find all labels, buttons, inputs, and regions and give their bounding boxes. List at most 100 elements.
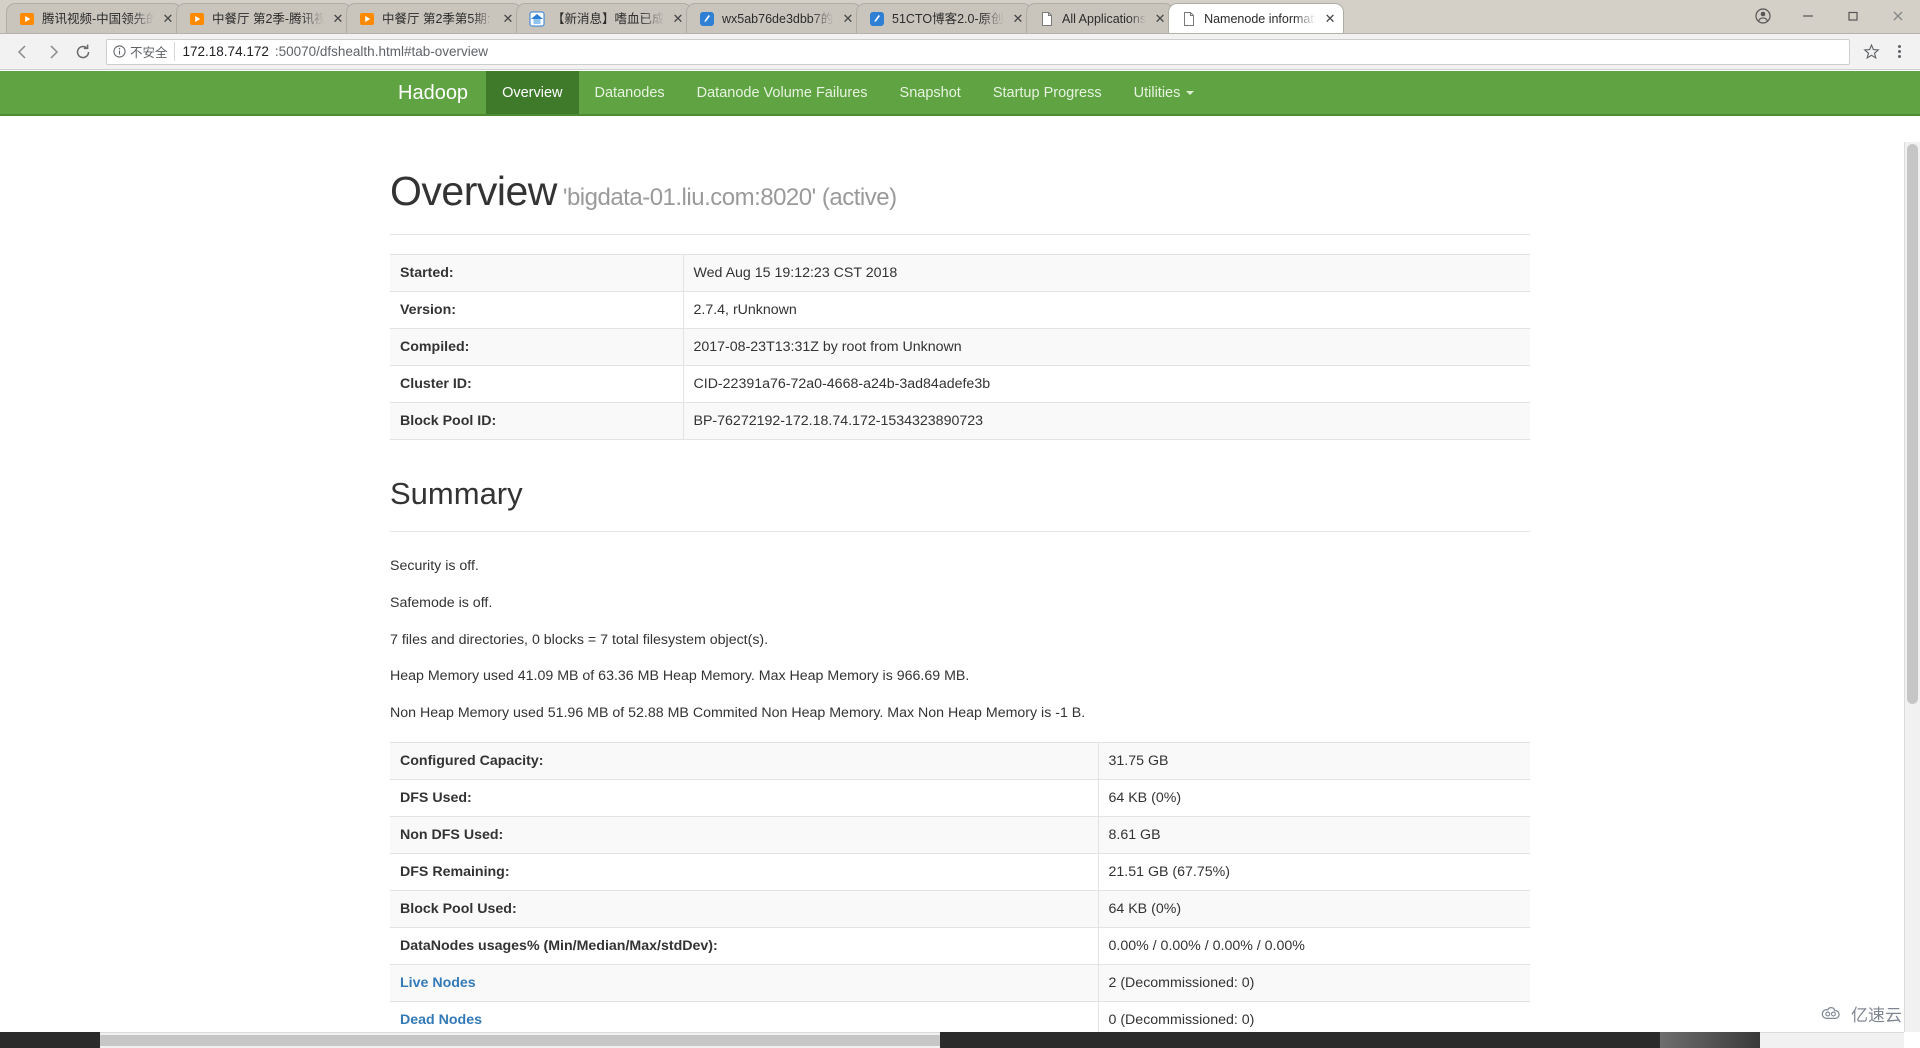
summary-table: Configured Capacity: 31.75 GB DFS Used: 64 … bbox=[390, 742, 1530, 1048]
security-label: 不安全 bbox=[130, 46, 168, 60]
nav-item-label: Datanodes bbox=[594, 84, 665, 101]
address-bar[interactable]: 不安全 172.18.74.172:50070/dfshealth.html#t… bbox=[106, 38, 1850, 65]
row-key: Version: bbox=[390, 291, 684, 329]
tab-strip: 腾讯视频-中国领先的在线 ✕ 中餐厅 第2季-腾讯视频 ✕ 中餐厅 第2季第5期: 皇 ✕… bbox=[0, 0, 1920, 34]
tab-title: wx5ab76de3dbb7的博 bbox=[722, 11, 834, 26]
bookmark-star-icon[interactable] bbox=[1858, 39, 1884, 65]
taskbar-strip-left bbox=[0, 1032, 100, 1048]
tab-close-icon[interactable]: ✕ bbox=[1153, 12, 1167, 26]
page-icon bbox=[1184, 11, 1195, 26]
page-title: Overview'bigdata-01.liu.com:8020' (activ… bbox=[390, 116, 1530, 215]
forward-icon[interactable] bbox=[38, 37, 68, 67]
tab-close-icon[interactable]: ✕ bbox=[1011, 12, 1025, 26]
nav-item-utilities[interactable]: Utilities bbox=[1118, 71, 1211, 114]
browser-tab[interactable]: 【新消息】嗜血已成魔的 ✕ bbox=[516, 3, 692, 33]
pen-icon bbox=[870, 11, 884, 26]
row-key: Cluster ID: bbox=[390, 365, 684, 403]
row-link[interactable]: Live Nodes bbox=[400, 975, 476, 991]
summary-line: Security is off. bbox=[390, 558, 479, 574]
browser-tab[interactable]: 中餐厅 第2季第5期: 皇 ✕ bbox=[346, 3, 522, 33]
back-icon[interactable] bbox=[8, 37, 38, 67]
overview-table: Started: Wed Aug 15 19:12:23 CST 2018 Vers… bbox=[390, 254, 1530, 440]
nav-item-label: Datanode Volume Failures bbox=[696, 84, 868, 101]
tab-close-icon[interactable]: ✕ bbox=[841, 12, 855, 26]
tab-title: Namenode information bbox=[1204, 11, 1316, 26]
row-value: 64 KB (0%) bbox=[1108, 900, 1182, 917]
tab-close-icon[interactable]: ✕ bbox=[1323, 12, 1337, 26]
tab-title: 中餐厅 第2季-腾讯视频 bbox=[212, 11, 324, 26]
watermark-text: 亿速云 bbox=[1851, 1006, 1902, 1025]
nav-item-datanode-volume-failures[interactable]: Datanode Volume Failures bbox=[681, 71, 884, 114]
row-key: DataNodes usages% (Min/Median/Max/stdDev… bbox=[390, 927, 1099, 965]
nav-item-overview[interactable]: Overview bbox=[486, 71, 579, 114]
table-row: Block Pool Used: 64 KB (0%) bbox=[390, 890, 1530, 928]
row-value: 8.61 GB bbox=[1108, 826, 1161, 843]
cloud-icon bbox=[1821, 1006, 1840, 1019]
page-body: Overview'bigdata-01.liu.com:8020' (activ… bbox=[0, 116, 1920, 1048]
vertical-scrollbar[interactable] bbox=[1904, 142, 1920, 1032]
home-icon bbox=[529, 11, 545, 26]
nav-item-label: Utilities bbox=[1133, 84, 1181, 101]
table-row: Cluster ID: CID-22391a76-72a0-4668-a24b-3… bbox=[390, 365, 1530, 403]
vertical-scroll-thumb[interactable] bbox=[1907, 144, 1918, 704]
row-link[interactable]: Dead Nodes bbox=[400, 1012, 482, 1028]
row-key: Started: bbox=[390, 254, 684, 292]
content-container: Overview'bigdata-01.liu.com:8020' (activ… bbox=[390, 116, 1530, 1048]
browser-tab[interactable]: 腾讯视频-中国领先的在线 ✕ bbox=[6, 3, 182, 33]
browser-tab[interactable]: Namenode information ✕ bbox=[1168, 3, 1345, 33]
play-icon bbox=[190, 12, 204, 25]
row-value: 21.51 GB (67.75%) bbox=[1108, 863, 1230, 880]
table-row: DFS Used: 64 KB (0%) bbox=[390, 779, 1530, 817]
info-icon bbox=[113, 45, 126, 58]
nav-item-startup-progress[interactable]: Startup Progress bbox=[977, 71, 1118, 114]
summary-divider bbox=[390, 531, 1530, 532]
profile-icon[interactable] bbox=[1740, 0, 1785, 32]
nav-item-snapshot[interactable]: Snapshot bbox=[884, 71, 977, 114]
minimize-button[interactable] bbox=[1785, 0, 1830, 32]
tab-close-icon[interactable]: ✕ bbox=[671, 12, 685, 26]
taskbar-strip-mid bbox=[940, 1032, 1660, 1048]
page-icon bbox=[1042, 11, 1052, 26]
row-value: 0.00% / 0.00% / 0.00% / 0.00% bbox=[1108, 937, 1305, 954]
close-button[interactable] bbox=[1875, 0, 1920, 32]
tab-close-icon[interactable]: ✕ bbox=[161, 12, 175, 26]
tab-title: 【新消息】嗜血已成魔的 bbox=[552, 11, 664, 26]
row-value: 2.7.4, rUnknown bbox=[693, 302, 797, 318]
tab-title: 中餐厅 第2季第5期: 皇 bbox=[382, 11, 494, 26]
row-key: Configured Capacity: bbox=[390, 742, 1099, 780]
table-row: Block Pool ID: BP-76272192-172.18.74.172-… bbox=[390, 402, 1530, 440]
maximize-button[interactable] bbox=[1830, 0, 1875, 32]
nav-item-label: Snapshot bbox=[899, 84, 961, 101]
table-row: Configured Capacity: 31.75 GB bbox=[390, 742, 1530, 780]
security-indicator[interactable]: 不安全 bbox=[113, 42, 175, 61]
tab-close-icon[interactable]: ✕ bbox=[501, 12, 515, 26]
browser-tab[interactable]: 51CTO博客2.0-原创IT技 ✕ bbox=[856, 3, 1032, 33]
row-value: 2017-08-23T13:31Z by root from Unknown bbox=[693, 339, 962, 355]
summary-heading: Summary bbox=[390, 476, 523, 511]
table-row: Compiled: 2017-08-23T13:31Z by root from … bbox=[390, 328, 1530, 366]
hadoop-navbar: Hadoop Overview Datanodes Datanode Volume … bbox=[0, 71, 1920, 116]
row-key: Block Pool ID: bbox=[390, 402, 684, 440]
browser-tab[interactable]: wx5ab76de3dbb7的博 ✕ bbox=[686, 3, 862, 33]
summary-text-block: Security is off. Safemode is off. 7 files … bbox=[390, 558, 1530, 723]
table-row: DFS Remaining: 21.51 GB (67.75%) bbox=[390, 853, 1530, 891]
row-key: DFS Remaining: bbox=[390, 853, 1099, 891]
chevron-down-icon bbox=[1186, 90, 1195, 95]
nav-item-datanodes[interactable]: Datanodes bbox=[579, 71, 681, 114]
title-divider bbox=[390, 234, 1530, 235]
url-host: 172.18.74.172 bbox=[182, 44, 269, 59]
table-row: Version: 2.7.4, rUnknown bbox=[390, 291, 1530, 329]
play-icon bbox=[360, 12, 374, 25]
row-value: 2 (Decommissioned: 0) bbox=[1108, 974, 1255, 991]
browser-tab[interactable]: 中餐厅 第2季-腾讯视频 ✕ bbox=[176, 3, 352, 33]
browser-menu-icon[interactable] bbox=[1886, 39, 1912, 65]
browser-toolbar: 不安全 172.18.74.172:50070/dfshealth.html#t… bbox=[0, 34, 1920, 70]
brand-hadoop[interactable]: Hadoop bbox=[380, 71, 486, 114]
row-key: Live Nodes bbox=[390, 964, 1099, 1002]
play-icon bbox=[20, 12, 34, 25]
row-value: CID-22391a76-72a0-4668-a24b-3ad84adefe3b bbox=[693, 376, 991, 392]
summary-line: 7 files and directories, 0 blocks = 7 to… bbox=[390, 631, 769, 648]
reload-icon[interactable] bbox=[68, 37, 98, 67]
tab-close-icon[interactable]: ✕ bbox=[331, 12, 345, 26]
browser-tab[interactable]: All Applications ✕ bbox=[1026, 3, 1175, 33]
